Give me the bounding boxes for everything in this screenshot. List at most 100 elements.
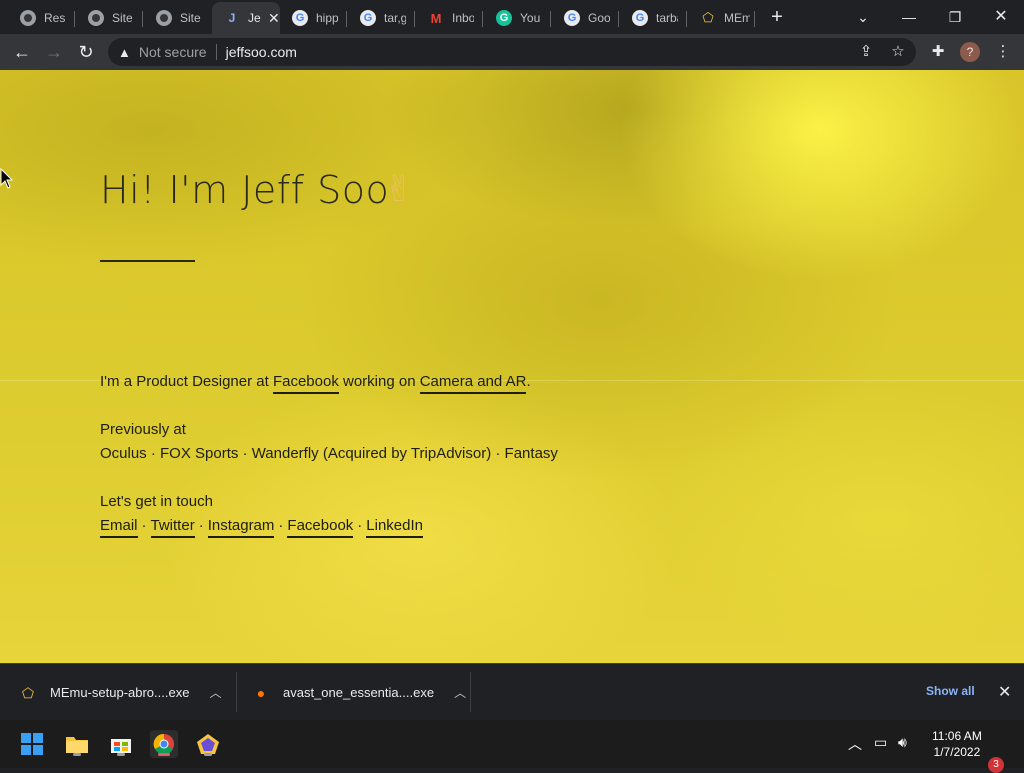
- browser-toolbar: ← → ↻ ▲ Not secure jeffsoo.com ⇪ ☆ ✚ ⋮: [0, 34, 1024, 70]
- tab-separator: [618, 11, 619, 27]
- close-download-shelf-icon[interactable]: ✕: [998, 682, 1011, 702]
- linkedin-link[interactable]: LinkedIn: [366, 517, 423, 538]
- active-indicator: [158, 753, 170, 756]
- security-status-label[interactable]: Not secure: [139, 44, 207, 60]
- tab-separator: [550, 11, 551, 27]
- link-separator: ·: [198, 517, 204, 534]
- globe-icon: [156, 10, 172, 26]
- clock-time: 11:06 AM: [932, 729, 982, 743]
- tab-title: You A: [520, 11, 542, 25]
- browser-tab[interactable]: G tarba: [620, 4, 687, 32]
- close-window-icon[interactable]: ✕: [990, 6, 1012, 28]
- menu-kebab-icon[interactable]: ⋮: [993, 42, 1013, 62]
- tab-title: Goog: [588, 11, 610, 25]
- share-icon[interactable]: ⇪: [856, 42, 876, 62]
- tab-title: Je: [248, 11, 261, 25]
- windows-start-icon[interactable]: [18, 730, 46, 758]
- browser-tab[interactable]: Site E: [144, 4, 211, 32]
- browser-tab-active[interactable]: J Je ✕: [212, 2, 280, 34]
- browser-tab[interactable]: Resu: [8, 4, 75, 32]
- tab-separator: [686, 11, 687, 27]
- intro-middle: working on: [338, 373, 420, 390]
- memu-taskbar-icon[interactable]: [194, 730, 222, 758]
- mouse-cursor-icon: [0, 168, 14, 189]
- download-divider: [236, 672, 237, 712]
- browser-tab-strip: Resu Site E Site E J Je ✕ G hipp G tar,g…: [0, 0, 1024, 34]
- chevron-up-icon[interactable]: ︿: [454, 684, 466, 701]
- tab-title: MEm: [724, 11, 750, 25]
- tab-search-chevron-icon[interactable]: ⌄: [852, 6, 874, 28]
- tab-separator: [142, 11, 143, 27]
- show-all-downloads-button[interactable]: Show all: [926, 684, 975, 698]
- show-hidden-icons-chevron-icon[interactable]: ︿: [848, 734, 862, 754]
- intro-suffix: .: [526, 373, 531, 390]
- tab-separator: [74, 11, 75, 27]
- close-tab-icon[interactable]: ✕: [268, 10, 280, 27]
- browser-tab[interactable]: G hipp: [280, 4, 347, 32]
- volume-icon[interactable]: 🔊︎: [898, 734, 907, 751]
- bookmark-star-icon[interactable]: ☆: [888, 42, 908, 62]
- browser-tab[interactable]: ⬠ MEm: [688, 4, 755, 32]
- windows-taskbar: ︿ ▭ 🔊︎ 11:06 AM 1/7/2022 3: [0, 720, 1024, 773]
- running-indicator: [117, 753, 125, 756]
- link-separator: ·: [278, 517, 284, 534]
- instagram-link[interactable]: Instagram: [207, 517, 275, 538]
- address-bar[interactable]: ▲ Not secure jeffsoo.com: [108, 38, 916, 66]
- browser-tab[interactable]: M Inbo: [416, 4, 483, 32]
- download-item[interactable]: ⬠ MEmu-setup-abro....exe ︿: [20, 664, 222, 721]
- notification-badge[interactable]: 3: [988, 757, 1004, 773]
- download-shelf: ⬠ MEmu-setup-abro....exe ︿ ● avast_one_e…: [0, 663, 1024, 720]
- camera-ar-link[interactable]: Camera and AR: [419, 373, 527, 394]
- running-indicator: [204, 753, 212, 756]
- grammarly-icon: G: [496, 10, 512, 26]
- profile-avatar[interactable]: ?: [960, 42, 980, 62]
- gmail-icon: M: [430, 10, 442, 26]
- previously-label: Previously at: [100, 421, 186, 438]
- link-separator: ·: [357, 517, 363, 534]
- address-divider: [215, 44, 217, 60]
- tab-title: tar,g: [384, 11, 406, 25]
- title-divider: [100, 260, 195, 262]
- tab-separator: [754, 11, 755, 27]
- url-text[interactable]: jeffsoo.com: [226, 44, 297, 60]
- google-icon: G: [564, 10, 580, 26]
- intro-prefix: I'm a Product Designer at: [100, 373, 273, 390]
- facebook-link[interactable]: Facebook: [272, 373, 339, 394]
- browser-tab[interactable]: G You A: [484, 4, 551, 32]
- tab-title: Resu: [44, 11, 66, 25]
- warning-triangle-icon[interactable]: ▲: [118, 45, 131, 60]
- network-icon[interactable]: ▭: [874, 734, 887, 751]
- j-icon: J: [228, 11, 236, 25]
- email-link[interactable]: Email: [100, 517, 138, 538]
- extensions-puzzle-icon[interactable]: ✚: [928, 42, 948, 62]
- browser-tab[interactable]: G Goog: [552, 4, 619, 32]
- back-arrow-icon[interactable]: ←: [10, 40, 34, 64]
- file-explorer-icon[interactable]: [63, 730, 91, 758]
- web-page: Hi! I'm Jeff Soo ✌ I'm a Product Designe…: [0, 70, 1024, 663]
- memu-icon: ⬠: [21, 684, 35, 701]
- restore-window-icon[interactable]: ❐: [944, 6, 966, 28]
- tab-title: Site E: [112, 11, 134, 25]
- download-filename: avast_one_essentia....exe: [283, 685, 435, 700]
- globe-icon: [20, 10, 36, 26]
- tab-separator: [482, 11, 483, 27]
- browser-tab[interactable]: G tar,g: [348, 4, 415, 32]
- chrome-taskbar-icon[interactable]: [150, 730, 178, 758]
- forward-arrow-icon[interactable]: →: [42, 40, 66, 64]
- running-indicator: [73, 753, 81, 756]
- twitter-link[interactable]: Twitter: [150, 517, 195, 538]
- globe-icon: [88, 10, 104, 26]
- chevron-up-icon[interactable]: ︿: [209, 684, 221, 701]
- facebook-contact-link[interactable]: Facebook: [287, 517, 354, 538]
- microsoft-store-icon[interactable]: [107, 730, 135, 758]
- memu-icon: ⬠: [702, 10, 714, 25]
- previous-companies: Oculus · FOX Sports · Wanderfly (Acquire…: [100, 445, 558, 462]
- download-item[interactable]: ● avast_one_essentia....exe ︿: [253, 664, 466, 721]
- reload-icon[interactable]: ↻: [74, 40, 98, 64]
- system-clock[interactable]: 11:06 AM 1/7/2022: [932, 728, 982, 760]
- minimize-window-icon[interactable]: —: [898, 6, 920, 28]
- tab-separator: [346, 11, 347, 27]
- contact-links: Email · Twitter · Instagram · Facebook · LinkedI…: [100, 514, 423, 538]
- browser-tab[interactable]: Site E: [76, 4, 143, 32]
- new-tab-button[interactable]: +: [766, 6, 788, 28]
